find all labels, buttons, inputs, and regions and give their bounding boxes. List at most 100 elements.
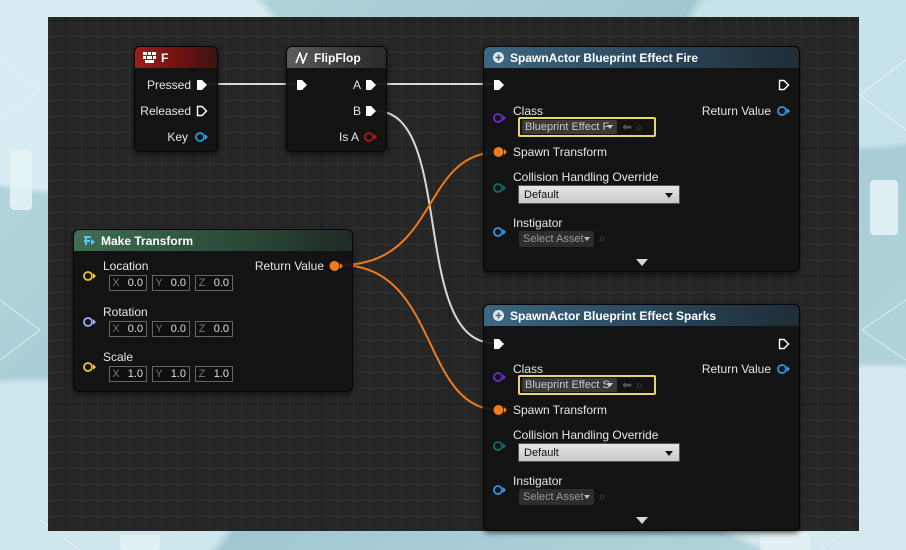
spawn-sparks-instigator-value: Select Asset xyxy=(523,491,584,503)
spawn-actor-icon xyxy=(492,309,505,322)
collision-enum-pin-icon[interactable] xyxy=(493,182,506,194)
rotation-z-value: 0.0 xyxy=(213,323,229,335)
scale-z-value: 1.0 xyxy=(213,368,229,380)
flipflop-a-label: A xyxy=(352,78,361,92)
flipflop-node-header[interactable]: FlipFlop xyxy=(287,47,386,68)
scale-x-field[interactable]: X 1.0 xyxy=(109,366,147,382)
instigator-object-pin-icon[interactable] xyxy=(493,226,506,238)
use-selected-arrow-icon[interactable]: ⬅ xyxy=(622,120,632,135)
keyboard-icon xyxy=(143,52,156,63)
spawn-fire-collision-dropdown[interactable]: Default xyxy=(518,185,680,204)
spawn-fire-class-value: Blueprint Effect F xyxy=(525,121,610,133)
use-selected-arrow-icon[interactable]: ⬅ xyxy=(622,378,632,393)
spawn-fire-collision-value: Default xyxy=(524,188,559,201)
rotation-rotator-pin-icon[interactable] xyxy=(83,316,96,328)
axis-z-label: Z xyxy=(198,368,206,380)
return-transform-pin-icon[interactable] xyxy=(329,260,343,272)
spawn-fire-instigator-label: Instigator xyxy=(513,216,563,230)
spawn-actor-sparks-node[interactable]: SpawnActor Blueprint Effect Sparks Class… xyxy=(483,304,800,531)
advanced-expand-arrow-icon[interactable] xyxy=(636,517,648,524)
spawn-sparks-collision-dropdown[interactable]: Default xyxy=(518,443,680,462)
flipflop-exec-in-pin-icon[interactable] xyxy=(296,79,308,91)
spawn-transform-pin-icon[interactable] xyxy=(493,146,507,158)
make-transform-title: Make Transform xyxy=(101,233,194,248)
spawn-transform-pin-icon[interactable] xyxy=(493,404,507,416)
spawn-sparks-transform-label: Spawn Transform xyxy=(513,403,608,417)
is-a-bool-pin-icon[interactable] xyxy=(364,131,377,143)
rotation-z-field[interactable]: Z 0.0 xyxy=(195,321,233,337)
spawn-fire-node-header[interactable]: SpawnActor Blueprint Effect Fire xyxy=(484,47,799,68)
spawn-fire-exec-in-pin-icon[interactable] xyxy=(493,79,505,91)
flipflop-b-exec-pin-icon[interactable] xyxy=(365,105,377,117)
spawn-sparks-instigator-picker[interactable]: Select Asset xyxy=(519,489,594,505)
function-icon xyxy=(82,235,96,247)
spawn-sparks-collision-value: Default xyxy=(524,446,559,459)
spawn-fire-class-label: Class xyxy=(513,104,544,118)
scale-z-field[interactable]: Z 1.0 xyxy=(195,366,233,382)
chevron-down-icon xyxy=(665,193,673,198)
make-transform-node-header[interactable]: Make Transform xyxy=(74,230,352,251)
class-pin-icon[interactable] xyxy=(493,112,506,124)
spawn-sparks-class-label: Class xyxy=(513,362,544,376)
flipflop-a-exec-pin-icon[interactable] xyxy=(365,79,377,91)
pressed-exec-pin-icon[interactable] xyxy=(196,79,208,91)
spawn-fire-exec-out-pin-icon[interactable] xyxy=(778,79,790,91)
axis-x-label: X xyxy=(112,368,120,380)
collision-enum-pin-icon[interactable] xyxy=(493,440,506,452)
spawn-actor-icon xyxy=(492,51,505,64)
rotation-x-field[interactable]: X 0.0 xyxy=(109,321,147,337)
make-transform-node[interactable]: Make Transform Return Value Location X 0.… xyxy=(73,229,353,392)
class-pin-icon[interactable] xyxy=(493,371,506,383)
location-y-field[interactable]: Y 0.0 xyxy=(152,275,190,291)
location-z-field[interactable]: Z 0.0 xyxy=(195,275,233,291)
instigator-search-icon[interactable]: ⌕ xyxy=(599,489,606,504)
make-transform-return-label: Return Value xyxy=(254,259,324,273)
chevron-down-icon xyxy=(607,383,613,387)
spawn-fire-collision-label: Collision Handling Override xyxy=(513,170,659,184)
axis-z-label: Z xyxy=(198,277,206,289)
scale-x-value: 1.0 xyxy=(127,368,143,380)
axis-z-label: Z xyxy=(198,323,206,335)
flipflop-node[interactable]: FlipFlop A B Is A xyxy=(286,46,387,152)
spawn-fire-transform-label: Spawn Transform xyxy=(513,145,608,159)
flipflop-is-a-label: Is A xyxy=(338,130,359,144)
instigator-object-pin-icon[interactable] xyxy=(493,484,506,496)
location-vector-pin-icon[interactable] xyxy=(83,270,96,282)
axis-y-label: Y xyxy=(155,323,163,335)
spawn-sparks-exec-in-pin-icon[interactable] xyxy=(493,338,505,350)
spawn-actor-fire-node[interactable]: SpawnActor Blueprint Effect Fire Class B… xyxy=(483,46,800,272)
chevron-down-icon xyxy=(584,237,590,241)
spawn-sparks-node-header[interactable]: SpawnActor Blueprint Effect Sparks xyxy=(484,305,799,326)
spawn-fire-return-object-pin-icon[interactable] xyxy=(777,105,790,117)
key-f-node[interactable]: F Pressed Released Key xyxy=(134,46,218,152)
spawn-sparks-return-object-pin-icon[interactable] xyxy=(777,363,790,375)
axis-x-label: X xyxy=(112,323,120,335)
spawn-fire-class-dropdown[interactable]: Blueprint Effect F xyxy=(522,120,617,134)
flipflop-icon xyxy=(295,51,309,64)
scale-y-field[interactable]: Y 1.0 xyxy=(152,366,190,382)
spawn-sparks-exec-out-pin-icon[interactable] xyxy=(778,338,790,350)
rotation-y-value: 0.0 xyxy=(170,323,186,335)
released-exec-pin-icon[interactable] xyxy=(196,105,208,117)
key-f-node-header[interactable]: F xyxy=(135,47,217,68)
spawn-fire-instigator-picker[interactable]: Select Asset xyxy=(519,231,594,247)
location-x-field[interactable]: X 0.0 xyxy=(109,275,147,291)
released-label: Released xyxy=(140,104,191,118)
scale-vector-pin-icon[interactable] xyxy=(83,361,96,373)
spawn-sparks-class-picker[interactable]: Blueprint Effect S ⬅ ⌕ xyxy=(518,375,656,395)
pressed-label: Pressed xyxy=(146,78,191,92)
spawn-sparks-collision-label: Collision Handling Override xyxy=(513,428,659,442)
advanced-expand-arrow-icon[interactable] xyxy=(636,259,648,266)
spawn-sparks-instigator-label: Instigator xyxy=(513,474,563,488)
location-z-value: 0.0 xyxy=(213,277,229,289)
flipflop-title: FlipFlop xyxy=(314,50,361,65)
rotation-y-field[interactable]: Y 0.0 xyxy=(152,321,190,337)
instigator-search-icon[interactable]: ⌕ xyxy=(599,231,606,246)
key-struct-pin-icon[interactable] xyxy=(195,131,208,143)
spawn-fire-title: SpawnActor Blueprint Effect Fire xyxy=(510,50,699,65)
browse-search-icon[interactable]: ⌕ xyxy=(636,120,643,135)
key-label: Key xyxy=(167,130,188,144)
spawn-fire-class-picker[interactable]: Blueprint Effect F ⬅ ⌕ xyxy=(518,117,656,137)
spawn-sparks-class-dropdown[interactable]: Blueprint Effect S xyxy=(522,378,617,392)
browse-search-icon[interactable]: ⌕ xyxy=(636,378,643,393)
